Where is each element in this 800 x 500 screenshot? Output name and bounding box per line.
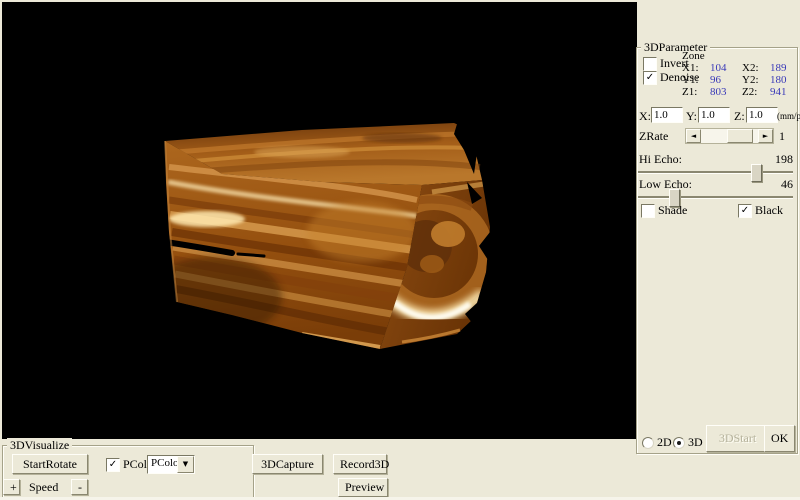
invert-checkbox[interactable]: ✓: [643, 57, 657, 71]
zone-z1-label: Z1:: [682, 86, 697, 99]
scale-x-input[interactable]: [651, 107, 683, 123]
start-rotate-button[interactable]: StartRotate: [12, 454, 88, 474]
start-3d-button[interactable]: 3DStart: [706, 425, 769, 452]
mode-2d-label: 2D: [657, 436, 672, 449]
scale-z-label: Z:: [734, 110, 745, 123]
scroll-right-icon[interactable]: ►: [758, 129, 773, 143]
check-icon: ✓: [109, 459, 117, 470]
check-icon: ✓: [741, 205, 749, 216]
pcolor-dropdown[interactable]: PColor ▼: [147, 455, 195, 474]
scale-y-input[interactable]: [698, 107, 730, 123]
preview-button[interactable]: Preview: [338, 478, 388, 497]
speed-minus-button[interactable]: -: [71, 479, 88, 495]
shade-label: Shade: [658, 204, 687, 217]
parameter-groupbox: 3DParameter ✓ Invert ✓ Denoise Zone X1: …: [636, 47, 798, 454]
shade-checkbox[interactable]: ✓: [641, 204, 655, 218]
speed-label: Speed: [29, 481, 58, 494]
black-checkbox[interactable]: ✓: [738, 204, 752, 218]
dropdown-arrow-icon[interactable]: ▼: [177, 456, 194, 473]
zrate-label: ZRate: [639, 130, 668, 143]
zone-z2-value: 941: [770, 86, 787, 99]
zrate-value: 1: [779, 130, 785, 143]
pcolor-checkbox[interactable]: ✓: [106, 458, 120, 472]
record-3d-button[interactable]: Record3D: [333, 454, 387, 474]
scale-z-input[interactable]: [746, 107, 778, 123]
speed-plus-button[interactable]: +: [3, 479, 20, 495]
mode-3d-label: 3D: [688, 436, 703, 449]
denoise-checkbox[interactable]: ✓: [643, 71, 657, 85]
application-window: 3DParameter ✓ Invert ✓ Denoise Zone X1: …: [0, 0, 800, 500]
mode-2d-radio[interactable]: [642, 437, 654, 449]
zrate-scroll-track: [700, 129, 759, 141]
scale-unit-label: (mm/p): [777, 110, 800, 123]
ok-button[interactable]: OK: [764, 425, 795, 452]
render-viewport[interactable]: [2, 2, 637, 439]
scroll-left-icon[interactable]: ◄: [686, 129, 701, 143]
scale-x-label: X:: [639, 110, 651, 123]
low-echo-track: [638, 196, 793, 198]
visualize-group-title: 3DVisualize: [7, 438, 72, 452]
zone-z1-value: 803: [710, 86, 727, 99]
capture-3d-button[interactable]: 3DCapture: [252, 454, 323, 474]
hi-echo-track: [638, 171, 793, 173]
black-label: Black: [755, 204, 783, 217]
scale-y-label: Y:: [686, 110, 697, 123]
zrate-scrollbar[interactable]: ◄ ►: [685, 128, 774, 144]
mode-3d-radio[interactable]: [673, 437, 685, 449]
hi-echo-thumb[interactable]: [751, 164, 762, 182]
volume-render: [2, 2, 637, 439]
check-icon: ✓: [646, 72, 654, 83]
zrate-scroll-thumb[interactable]: [727, 129, 753, 143]
zone-z2-label: Z2:: [742, 86, 757, 99]
